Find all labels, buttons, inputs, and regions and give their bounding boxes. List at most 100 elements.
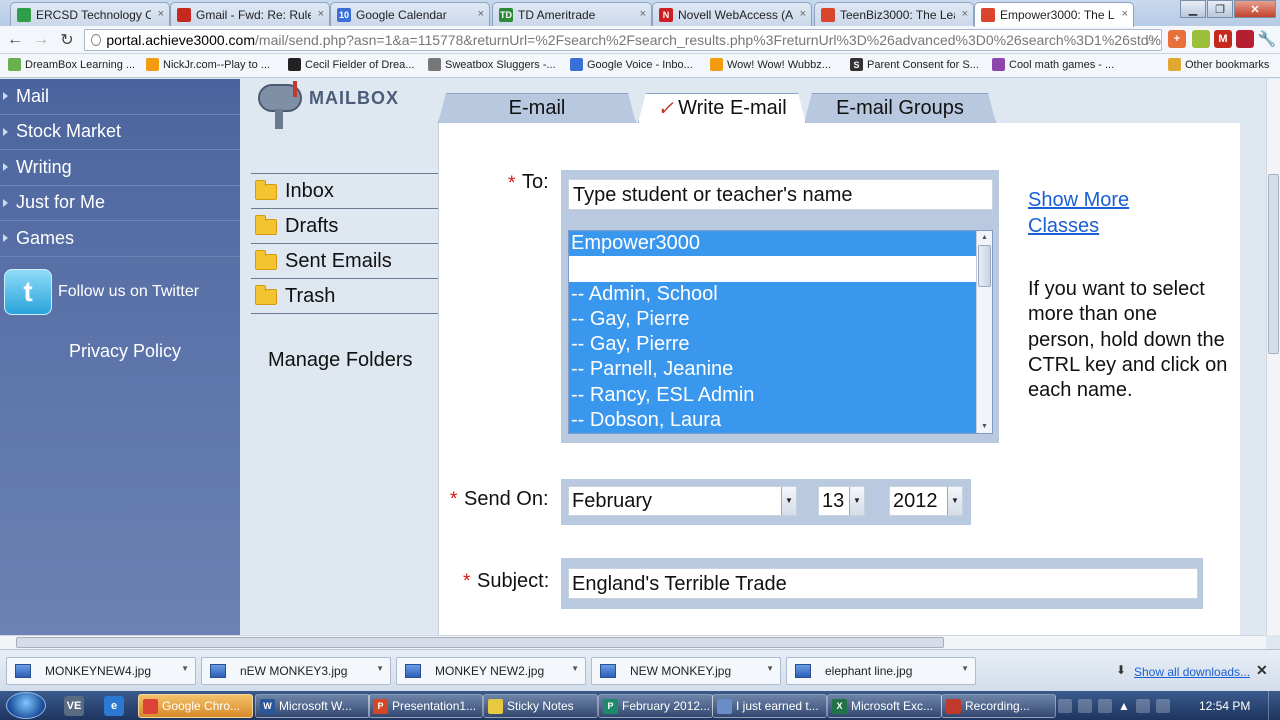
recipient-option[interactable]	[569, 256, 976, 282]
recipient-option[interactable]: -- Gay, Pierre	[569, 332, 976, 357]
show-more-classes-link[interactable]: Show More Classes	[1028, 187, 1158, 239]
year-select[interactable]: 2012 ▼	[889, 486, 963, 516]
close-window-button[interactable]: ✕	[1234, 0, 1276, 18]
taskbar-button[interactable]: Sticky Notes	[483, 694, 598, 718]
close-tab-icon[interactable]: ×	[318, 8, 324, 20]
scroll-down-icon[interactable]: ▼	[977, 420, 992, 433]
taskbar-button[interactable]: Recording...	[941, 694, 1056, 718]
recipient-list-scrollbar[interactable]: ▲ ▼	[976, 231, 992, 433]
sidebar-item-just-for-me[interactable]: Just for Me	[0, 186, 240, 221]
browser-tab[interactable]: TD TD Ameritrade ×	[492, 2, 652, 26]
extension-gmail-icon[interactable]: M	[1214, 30, 1232, 48]
recipient-option[interactable]: -- Dobson, Laura	[569, 408, 976, 433]
extension-lastpass-icon[interactable]	[1236, 30, 1254, 48]
chevron-down-icon[interactable]: ▼	[571, 664, 579, 673]
show-all-downloads-link[interactable]: Show all downloads...	[1134, 665, 1250, 679]
recipient-option[interactable]: -- Admin, School	[569, 282, 976, 307]
tray-icon[interactable]	[1058, 698, 1072, 713]
reload-button[interactable]: ↻	[54, 27, 80, 53]
start-button[interactable]	[6, 692, 46, 719]
bookmark-item[interactable]: Wow! Wow! Wubbz...	[710, 58, 831, 71]
folder-inbox[interactable]: Inbox	[251, 173, 438, 208]
ve-quicklaunch-icon[interactable]: VE	[64, 696, 84, 716]
tab-write-e-mail[interactable]: ✓ Write E-mail	[638, 93, 806, 123]
twitter-link[interactable]: t Follow us on Twitter	[4, 269, 199, 315]
sidebar-item-stock-market[interactable]: Stock Market	[0, 115, 240, 150]
close-tab-icon[interactable]: ×	[800, 8, 806, 20]
folder-sent-emails[interactable]: Sent Emails	[251, 243, 438, 278]
taskbar-button[interactable]: I just earned t...	[712, 694, 827, 718]
folder-drafts[interactable]: Drafts	[251, 208, 438, 243]
recipient-option[interactable]: -- Parnell, Jeanine	[569, 357, 976, 382]
taskbar-button[interactable]: P Presentation1...	[368, 694, 483, 718]
page-horizontal-scrollbar[interactable]	[0, 635, 1266, 649]
day-select[interactable]: 13 ▼	[818, 486, 865, 516]
folder-trash[interactable]: Trash	[251, 278, 438, 313]
tray-icon[interactable]	[1078, 698, 1092, 713]
privacy-policy-link[interactable]: Privacy Policy	[69, 341, 181, 362]
close-tab-icon[interactable]: ×	[158, 8, 164, 20]
chevron-down-icon[interactable]: ▼	[947, 487, 962, 515]
close-tab-icon[interactable]: ×	[1122, 8, 1128, 20]
browser-tab[interactable]: Empower3000: The Lea ×	[974, 2, 1134, 27]
tab-e-mail[interactable]: E-mail	[438, 93, 636, 123]
internet-explorer-icon[interactable]: e	[104, 696, 124, 716]
close-tab-icon[interactable]: ×	[640, 8, 646, 20]
bookmark-item[interactable]: Other bookmarks	[1168, 58, 1269, 71]
maximize-button[interactable]: ❐	[1207, 0, 1233, 18]
show-desktop-button[interactable]	[1268, 691, 1280, 720]
chevron-down-icon[interactable]: ▼	[766, 664, 774, 673]
bookmark-item[interactable]: DreamBox Learning ...	[8, 58, 135, 71]
taskbar-clock[interactable]: 12:54 PM	[1199, 699, 1250, 713]
close-downloads-icon[interactable]: ✕	[1256, 662, 1268, 679]
recipient-option[interactable]: -- Rancy, ESL Admin	[569, 383, 976, 408]
scroll-thumb[interactable]	[978, 245, 991, 287]
chevron-down-icon[interactable]: ▼	[961, 664, 969, 673]
browser-tab[interactable]: N Novell WebAccess (AN ×	[652, 2, 812, 26]
browser-tab[interactable]: Gmail - Fwd: Re: Rules ×	[170, 2, 330, 26]
browser-tab[interactable]: TeenBiz3000: The Lead ×	[814, 2, 974, 26]
recipient-option[interactable]: -- Gay, Pierre	[569, 307, 976, 332]
download-item[interactable]: NEW MONKEY.jpg ▼	[591, 657, 781, 685]
sidebar-item-writing[interactable]: Writing	[0, 150, 240, 186]
chevron-down-icon[interactable]: ▼	[781, 487, 796, 515]
minimize-button[interactable]: ▁	[1180, 0, 1206, 18]
bookmark-item[interactable]: S Parent Consent for S...	[850, 58, 979, 71]
sidebar-item-mail[interactable]: Mail	[0, 79, 240, 115]
download-item[interactable]: nEW MONKEY3.jpg ▼	[201, 657, 391, 685]
download-item[interactable]: MONKEY NEW2.jpg ▼	[396, 657, 586, 685]
browser-tab[interactable]: ERCSD Technology Co ×	[10, 2, 170, 26]
month-select[interactable]: February ▼	[568, 486, 797, 516]
tab-e-mail-groups[interactable]: E-mail Groups	[804, 93, 996, 123]
wrench-menu-icon[interactable]: 🔧	[1258, 30, 1277, 48]
download-item[interactable]: MONKEYNEW4.jpg ▼	[6, 657, 196, 685]
bookmark-item[interactable]: Sweatbox Sluggers -...	[428, 58, 556, 71]
volume-icon[interactable]	[1155, 698, 1170, 713]
extension-flag-icon[interactable]	[1192, 30, 1210, 48]
chevron-down-icon[interactable]: ▼	[376, 664, 384, 673]
manage-folders-link[interactable]: Manage Folders	[268, 349, 413, 372]
recipient-list[interactable]: Empower3000 -- Admin, School -- Gay, Pierr…	[568, 230, 993, 434]
close-tab-icon[interactable]: ×	[478, 8, 484, 20]
bookmark-item[interactable]: Cool math games - ...	[992, 58, 1114, 71]
sidebar-item-games[interactable]: Games	[0, 221, 240, 257]
bookmark-item[interactable]: NickJr.com--Play to ...	[146, 58, 270, 71]
subject-input[interactable]: England's Terrible Trade	[568, 568, 1198, 599]
forward-button[interactable]: →	[28, 27, 54, 53]
browser-tab[interactable]: 10 Google Calendar ×	[330, 2, 490, 26]
scroll-up-icon[interactable]: ▲	[977, 231, 992, 244]
recipient-search-input[interactable]: Type student or teacher's name	[568, 179, 993, 210]
chevron-down-icon[interactable]: ▼	[849, 487, 864, 515]
chevron-down-icon[interactable]: ▼	[181, 664, 189, 673]
close-tab-icon[interactable]: ×	[962, 8, 968, 20]
bookmark-star-icon[interactable]: ☆	[1144, 31, 1157, 49]
page-hscroll-thumb[interactable]	[16, 637, 944, 648]
taskbar-button[interactable]: P February 2012...	[598, 694, 713, 718]
page-vertical-scrollbar[interactable]	[1266, 79, 1280, 635]
back-button[interactable]: ←	[2, 27, 28, 53]
taskbar-button[interactable]: W Microsoft W...	[255, 694, 370, 718]
address-bar[interactable]: portal.achieve3000.com/mail/send.php?asn…	[84, 29, 1162, 51]
recipient-option[interactable]: Empower3000	[569, 231, 976, 256]
download-item[interactable]: elephant line.jpg ▼	[786, 657, 976, 685]
extension-plus-icon[interactable]: +	[1168, 30, 1186, 48]
